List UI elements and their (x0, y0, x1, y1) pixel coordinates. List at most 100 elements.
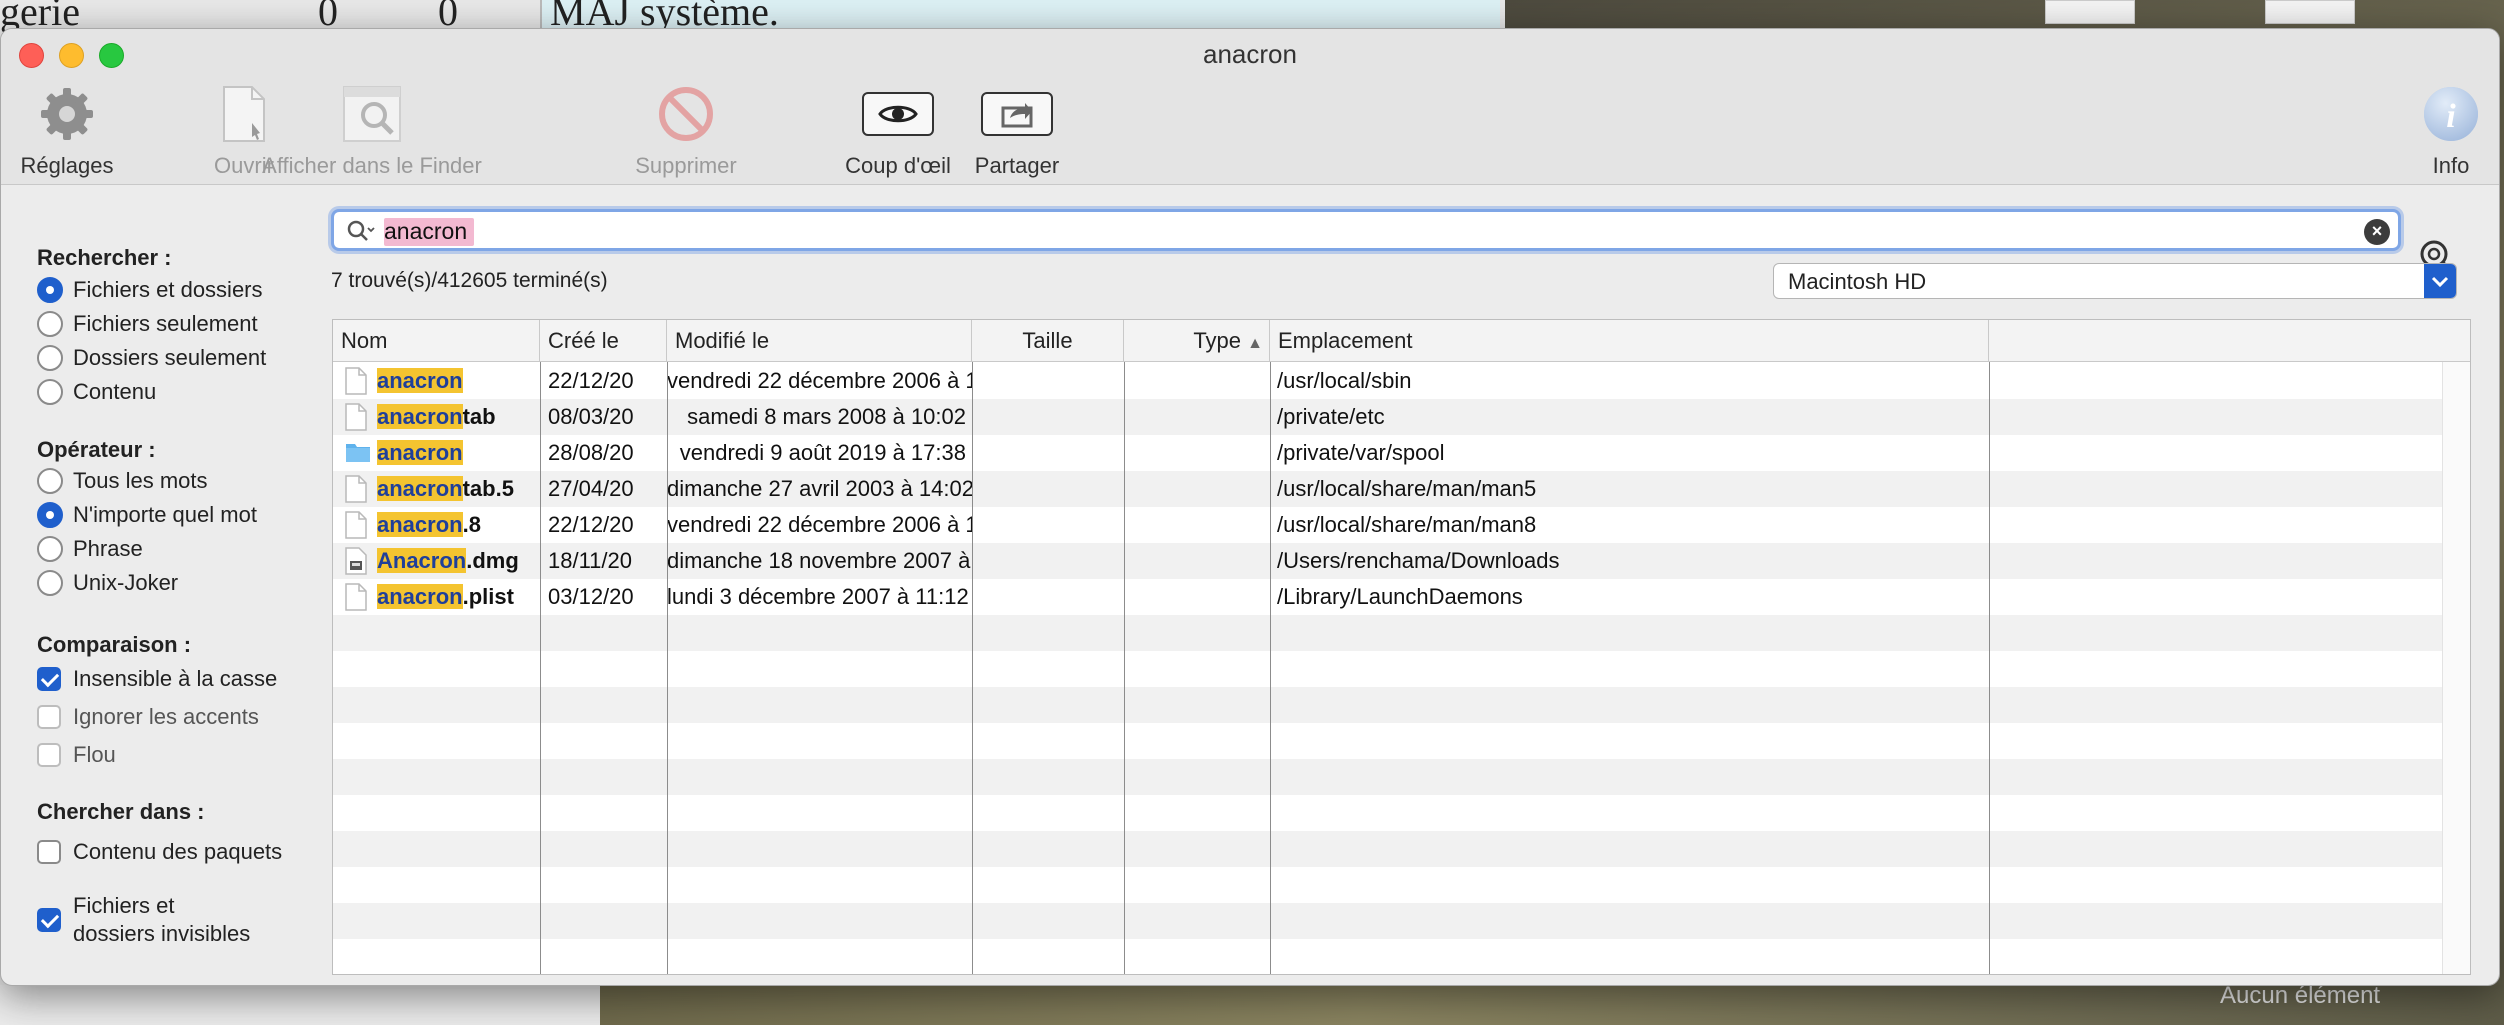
checkbox-invisible-items[interactable]: Fichiers et dossiers invisibles (37, 892, 250, 948)
column-header-size[interactable]: Taille (972, 320, 1124, 362)
file-name: Anacron.dmg (377, 543, 537, 579)
modified-date: dimanche 27 avril 2003 à 14:02 (667, 476, 972, 501)
table-row[interactable]: anacron 28/08/20 vendredi 9 août 2019 à 17… (333, 435, 2470, 471)
created-date: 28/08/20 (548, 440, 634, 465)
checkbox (37, 743, 61, 767)
option-label: Unix-Joker (73, 570, 179, 595)
name-rest: tab.5 (462, 476, 514, 501)
file-location: /private/var/spool (1277, 440, 1445, 465)
option-label: Tous les mots (73, 468, 208, 493)
radio-all-words[interactable]: Tous les mots (37, 468, 208, 494)
table-row (333, 867, 2470, 903)
table-row[interactable]: Anacron.dmg 18/11/20 dimanche 18 novembre … (333, 543, 2470, 579)
share-label: Partager (974, 153, 1060, 178)
quicklook-label: Coup d'œil (845, 153, 951, 178)
radio-contents[interactable]: Contenu (37, 379, 156, 405)
info-icon: i (2411, 81, 2491, 147)
column-header-location[interactable]: Emplacement (1270, 320, 1989, 362)
name-match: anacron (377, 440, 463, 465)
eye-icon (862, 92, 934, 136)
column-header-type[interactable]: Type ▲ (1124, 320, 1270, 362)
info-button[interactable]: i Info (2411, 81, 2491, 179)
column-divider (540, 362, 541, 974)
toolbar: anacron Réglages Ouvrir Afficher dans le… (1, 29, 2499, 185)
document-icon (345, 583, 367, 611)
search-input[interactable] (384, 216, 2284, 246)
radio-phrase[interactable]: Phrase (37, 536, 143, 562)
file-name: anacron (377, 363, 537, 399)
delete-label: Supprimer (635, 153, 737, 178)
table-row (333, 759, 2470, 795)
radio-any-word[interactable]: N'importe quel mot (37, 502, 257, 528)
share-button[interactable]: Partager (965, 81, 1069, 179)
table-row (333, 831, 2470, 867)
option-label: Fichiers et dossiers (73, 277, 263, 302)
table-row[interactable]: anacrontab 08/03/20 samedi 8 mars 2008 à 1… (333, 399, 2470, 435)
radio-button (37, 277, 63, 303)
document-icon (345, 475, 367, 503)
modified-date: vendredi 9 août 2019 à 17:38 (679, 440, 966, 465)
table-row[interactable]: anacrontab.5 27/04/20 dimanche 27 avril 20… (333, 471, 2470, 507)
delete-button[interactable]: Supprimer (621, 81, 751, 179)
clear-search-icon[interactable]: × (2364, 219, 2390, 245)
finder-search-icon (207, 81, 537, 147)
volume-select[interactable]: Macintosh HD (1773, 263, 2457, 299)
volume-value: Macintosh HD (1788, 269, 1927, 294)
table-row (333, 687, 2470, 723)
modified-date: samedi 8 mars 2008 à 10:02 (687, 404, 966, 429)
created-date: 03/12/20 (548, 584, 634, 609)
settings-button[interactable]: Réglages (15, 81, 119, 179)
find-any-file-window: anacron Réglages Ouvrir Afficher dans le… (0, 28, 2500, 986)
name-rest: tab (462, 404, 496, 429)
checkbox-fuzzy[interactable]: Flou (37, 742, 116, 768)
option-label: N'importe quel mot (73, 502, 257, 527)
option-label: Fichiers et (73, 893, 175, 918)
checkbox-ignore-accents[interactable]: Ignorer les accents (37, 704, 259, 730)
search-options-sidebar: Rechercher : Fichiers et dossiers Fichie… (1, 186, 321, 985)
results-status: 7 trouvé(s)/412605 terminé(s) (331, 269, 608, 292)
radio-unix-joker[interactable]: Unix-Joker (37, 570, 178, 596)
folder-icon (345, 439, 370, 467)
option-label: Dossiers seulement (73, 345, 267, 370)
name-match: anacron (377, 512, 463, 537)
checkbox (37, 667, 61, 691)
name-rest: .dmg (466, 548, 519, 573)
option-label: dossiers invisibles (73, 921, 251, 946)
table-row[interactable]: anacron 22/12/20 vendredi 22 décembre 2006… (333, 363, 2470, 399)
background-caption: Aucun élément (2220, 982, 2381, 1009)
gear-icon (15, 81, 119, 147)
column-header-modified[interactable]: Modifié le (667, 320, 972, 362)
file-name: anacron.plist (377, 579, 537, 615)
created-date: 08/03/20 (548, 404, 634, 429)
radio-button (37, 468, 63, 494)
table-row[interactable]: anacron.plist 03/12/20 lundi 3 décembre 20… (333, 579, 2470, 615)
modified-date: vendredi 22 décembre 2006 à 17:51 (667, 512, 972, 537)
svg-text:i: i (2446, 98, 2456, 135)
comparison-section-title: Comparaison : (37, 632, 192, 657)
modified-date: dimanche 18 novembre 2007 à 12:45 (667, 548, 972, 573)
file-location: /usr/local/share/man/man5 (1277, 476, 1537, 501)
background-thumbnail (2265, 0, 2355, 24)
quicklook-button[interactable]: Coup d'œil (831, 81, 965, 179)
modified-date: vendredi 22 décembre 2006 à 17:44 (667, 368, 972, 393)
radio-files-and-folders[interactable]: Fichiers et dossiers (37, 277, 263, 303)
radio-button (37, 502, 63, 528)
radio-folders-only[interactable]: Dossiers seulement (37, 345, 266, 371)
vertical-scrollbar[interactable] (2442, 362, 2470, 974)
reveal-in-finder-button[interactable]: Afficher dans le Finder (207, 81, 537, 179)
checkbox (37, 908, 61, 932)
radio-files-only[interactable]: Fichiers seulement (37, 311, 258, 337)
table-row[interactable]: anacron.8 22/12/20 vendredi 22 décembre 20… (333, 507, 2470, 543)
column-divider (1270, 362, 1271, 974)
file-name: anacron (377, 435, 537, 471)
option-label: Ignorer les accents (73, 704, 259, 729)
checkbox-case-insensitive[interactable]: Insensible à la casse (37, 666, 277, 692)
column-divider (667, 362, 668, 974)
column-header-created[interactable]: Créé le (540, 320, 667, 362)
file-name: anacron.8 (377, 507, 537, 543)
checkbox-package-contents[interactable]: Contenu des paquets (37, 839, 282, 865)
column-header-name[interactable]: Nom (333, 320, 540, 362)
search-field[interactable]: × (331, 209, 2401, 251)
radio-button (37, 345, 63, 371)
file-location: /Library/LaunchDaemons (1277, 584, 1523, 609)
